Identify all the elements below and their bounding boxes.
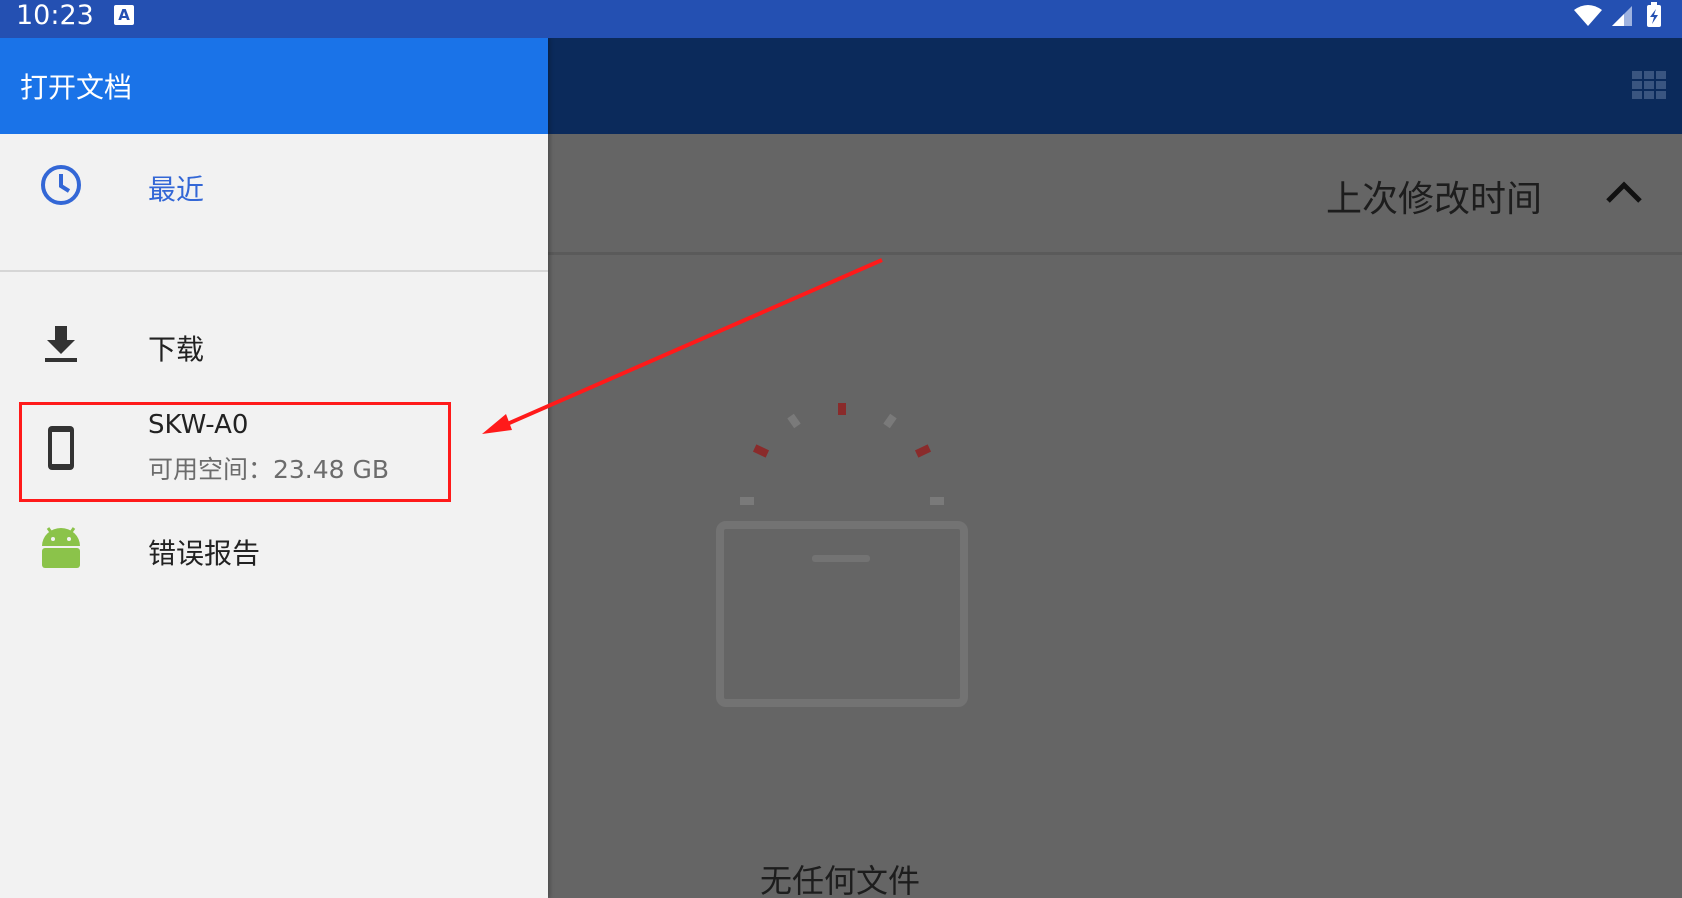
empty-message: 无任何文件 xyxy=(759,862,920,898)
empty-folder-illustration xyxy=(700,395,980,715)
drawer-item-bug-report[interactable]: 错误报告 xyxy=(0,502,548,598)
main-toolbar xyxy=(548,38,1682,134)
drawer-item-label: 最近 xyxy=(148,173,205,206)
drawer-item-label: 错误报告 xyxy=(148,537,261,570)
drawer-item-downloads[interactable]: 下载 xyxy=(0,298,548,394)
signal-icon xyxy=(1612,6,1632,26)
wifi-icon xyxy=(1574,5,1602,26)
sort-label[interactable]: 上次修改时间 xyxy=(1326,170,1542,222)
drawer-header: 打开文档 xyxy=(0,38,548,134)
status-bar: 10:23 A xyxy=(0,0,1682,38)
status-icons xyxy=(1572,2,1672,32)
drawer-divider xyxy=(0,270,548,272)
drawer-item-recent[interactable]: 最近 xyxy=(0,138,548,234)
download-icon xyxy=(38,322,84,368)
annotation-highlight-box xyxy=(19,402,451,502)
drawer-title: 打开文档 xyxy=(20,71,133,104)
battery-charging-icon xyxy=(1647,2,1661,27)
sort-bar[interactable]: 上次修改时间 xyxy=(548,134,1682,255)
sparkle-icon xyxy=(740,403,944,505)
chevron-up-icon[interactable] xyxy=(1604,177,1644,207)
status-time: 10:23 xyxy=(16,0,94,31)
notification-icon: A xyxy=(114,5,134,25)
empty-folder-icon xyxy=(716,521,968,707)
drawer-item-label: 下载 xyxy=(148,333,205,366)
android-icon xyxy=(38,524,84,570)
grid-view-icon[interactable] xyxy=(1632,71,1666,99)
clock-icon xyxy=(38,162,84,208)
